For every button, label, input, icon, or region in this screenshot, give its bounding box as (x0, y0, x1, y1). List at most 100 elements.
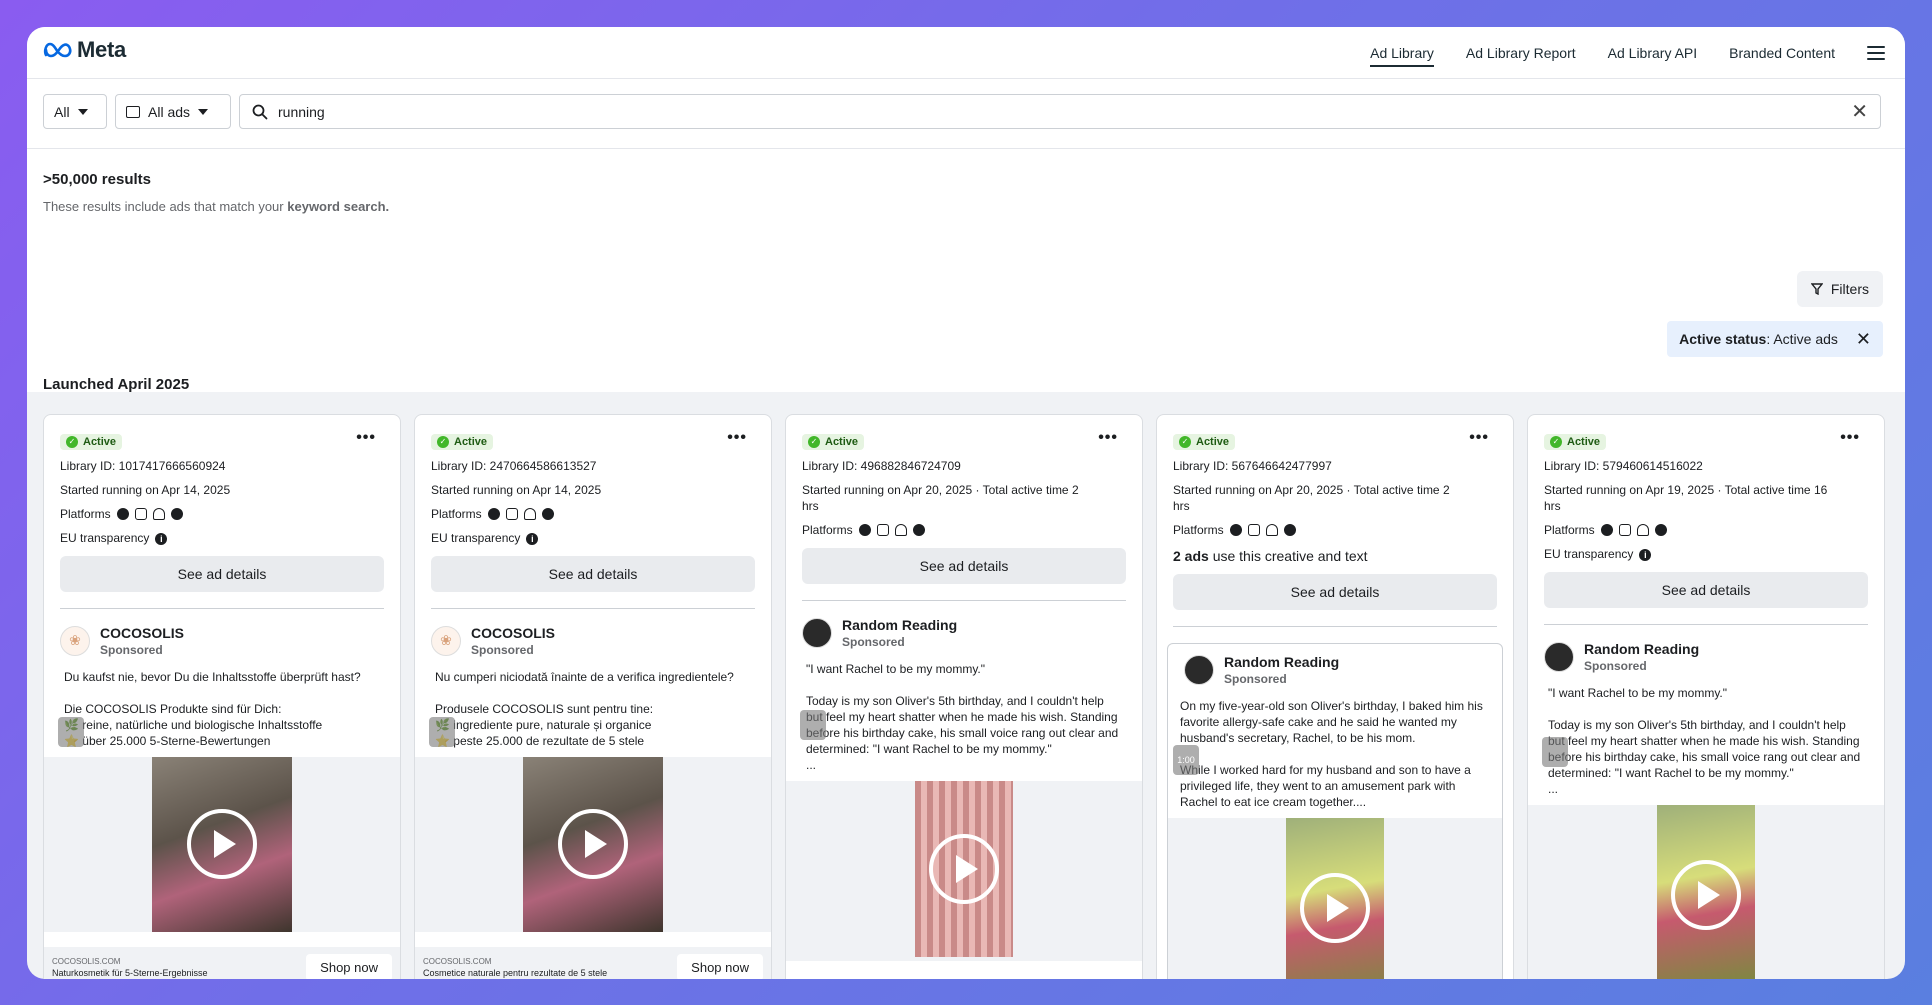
ad-card: ✓ Active ••• Library ID: 2470664586613527… (414, 414, 772, 979)
see-ad-details-button[interactable]: See ad details (1173, 573, 1497, 610)
instagram-icon (134, 507, 147, 520)
status-label: Active (825, 435, 859, 448)
platforms-label: Platforms (431, 506, 482, 521)
advertiser-name[interactable]: Random Reading (842, 617, 957, 633)
clear-search-icon[interactable]: ✕ (1851, 102, 1868, 122)
advertiser-header: ❀ COCOSOLIS Sponsored (44, 609, 400, 657)
search-input[interactable]: running ✕ (239, 94, 1881, 129)
more-options-icon[interactable]: ••• (1098, 429, 1118, 447)
nav-branded-content[interactable]: Branded Content (1729, 27, 1835, 79)
info-icon[interactable]: i (155, 532, 168, 545)
play-icon[interactable] (187, 809, 257, 879)
check-icon: ✓ (808, 435, 820, 448)
eu-transparency: EU transparency i (60, 530, 384, 546)
ad-card: ✓ Active ••• Library ID: 579460614516022 … (1527, 414, 1885, 979)
ad-body-text: Nu cumperi niciodată înainte de a verifi… (435, 669, 734, 748)
see-ad-details-button[interactable]: See ad details (802, 547, 1126, 584)
ad-card: ✓ Active ••• Library ID: 567646642477997 … (1156, 414, 1514, 979)
meta-logo[interactable]: Meta (43, 37, 126, 63)
audience-network-icon (1265, 523, 1278, 536)
cta-description: Naturkosmetik für 5-Sterne-Ergebnisse (52, 967, 208, 978)
ad-type-select[interactable]: All ads (115, 94, 231, 129)
meta-infinity-icon (43, 42, 72, 58)
advertiser-name[interactable]: COCOSOLIS (471, 625, 555, 641)
advertiser-name[interactable]: Random Reading (1224, 654, 1339, 670)
advertiser-avatar[interactable] (802, 617, 832, 648)
ad-body-text: "I want Rachel to be my mommy." Today is… (1548, 685, 1861, 796)
video-duration-badge[interactable]: 1:00 (1173, 745, 1199, 775)
eu-transparency: EU transparency i (431, 530, 755, 546)
facebook-icon (1600, 523, 1613, 536)
app-window: Meta Ad Library Ad Library Report Ad Lib… (27, 27, 1905, 979)
platforms-row: Platforms (1173, 522, 1497, 538)
remove-filter-icon[interactable]: ✕ (1856, 329, 1871, 350)
main-nav: Ad Library Ad Library Report Ad Library … (1370, 27, 1885, 79)
ads-icon (126, 105, 140, 118)
cta-domain[interactable]: COCOSOLIS.COM (423, 957, 607, 966)
more-options-icon[interactable]: ••• (1840, 429, 1860, 447)
audience-network-icon (894, 523, 907, 536)
ad-type-select-value: All ads (148, 103, 191, 120)
nav-ad-library-api[interactable]: Ad Library API (1608, 27, 1698, 79)
advertiser-name[interactable]: COCOSOLIS (100, 625, 184, 641)
advertiser-name[interactable]: Random Reading (1584, 641, 1699, 657)
chip-value: : Active ads (1766, 331, 1838, 347)
more-options-icon[interactable]: ••• (727, 429, 747, 447)
sponsored-label: Sponsored (100, 642, 163, 657)
play-icon[interactable] (1671, 859, 1741, 930)
more-options-icon[interactable]: ••• (1469, 429, 1489, 447)
started-running: Started running on Apr 14, 2025 (431, 482, 602, 497)
ad-media (1528, 804, 1884, 979)
play-icon[interactable] (558, 809, 628, 879)
advertiser-header: ❀ COCOSOLIS Sponsored (415, 609, 771, 657)
cta-row: COCOSOLIS.COM Naturkosmetik für 5-Sterne… (44, 947, 400, 979)
results-subtitle: These results include ads that match you… (43, 199, 389, 214)
platforms-label: Platforms (1544, 522, 1595, 537)
cta-domain[interactable]: COCOSOLIS.COM (52, 957, 208, 966)
ad-card: ✓ Active ••• Library ID: 496882846724709 … (785, 414, 1143, 979)
check-icon: ✓ (1179, 435, 1191, 448)
status-label: Active (1567, 435, 1601, 448)
see-ad-details-button[interactable]: See ad details (1544, 571, 1868, 608)
audience-network-icon (1636, 523, 1649, 536)
shop-now-button[interactable]: Shop now (677, 953, 763, 979)
nav-ad-library-report[interactable]: Ad Library Report (1466, 27, 1576, 79)
filters-button[interactable]: Filters (1796, 271, 1883, 307)
ad-body-text: "I want Rachel to be my mommy." Today is… (806, 661, 1119, 772)
info-icon[interactable]: i (526, 532, 539, 545)
play-icon[interactable] (1300, 872, 1370, 943)
shop-now-button[interactable]: Shop now (306, 953, 392, 979)
instagram-icon (1618, 523, 1631, 536)
eu-transparency-label: EU transparency (1544, 546, 1634, 561)
status-badge: ✓ Active (1544, 433, 1607, 450)
sponsored-label: Sponsored (1224, 671, 1287, 686)
country-select[interactable]: All (43, 94, 107, 129)
cta-description: Cosmetice naturale pentru rezultate de 5… (423, 967, 608, 978)
instagram-icon (876, 523, 889, 536)
info-icon[interactable]: i (1639, 548, 1652, 561)
search-query: running (278, 103, 325, 120)
hamburger-menu-icon[interactable] (1867, 46, 1885, 60)
more-options-icon[interactable]: ••• (356, 429, 376, 447)
video-thumbnail (1657, 804, 1755, 979)
status-badge: ✓ Active (431, 433, 494, 450)
video-control-icon[interactable] (58, 717, 84, 747)
lotus-avatar-icon[interactable]: ❀ (60, 625, 90, 656)
lotus-avatar-icon[interactable]: ❀ (431, 625, 461, 656)
video-control-icon[interactable] (800, 710, 826, 740)
video-thumbnail (915, 780, 1013, 957)
brand-name: Meta (77, 37, 126, 62)
see-ad-details-button[interactable]: See ad details (431, 555, 755, 592)
video-control-icon[interactable] (429, 717, 455, 747)
instagram-icon (1247, 523, 1260, 536)
platforms-row: Platforms (802, 522, 1126, 538)
advertiser-avatar[interactable] (1544, 641, 1574, 672)
nav-ad-library[interactable]: Ad Library (1370, 27, 1434, 79)
advertiser-avatar[interactable] (1184, 654, 1214, 685)
check-icon: ✓ (66, 435, 78, 448)
play-icon[interactable] (929, 833, 999, 904)
video-control-icon[interactable] (1542, 737, 1568, 767)
library-id: Library ID: 1017417666560924 (60, 458, 226, 473)
see-ad-details-button[interactable]: See ad details (60, 555, 384, 592)
facebook-icon (1229, 523, 1242, 536)
